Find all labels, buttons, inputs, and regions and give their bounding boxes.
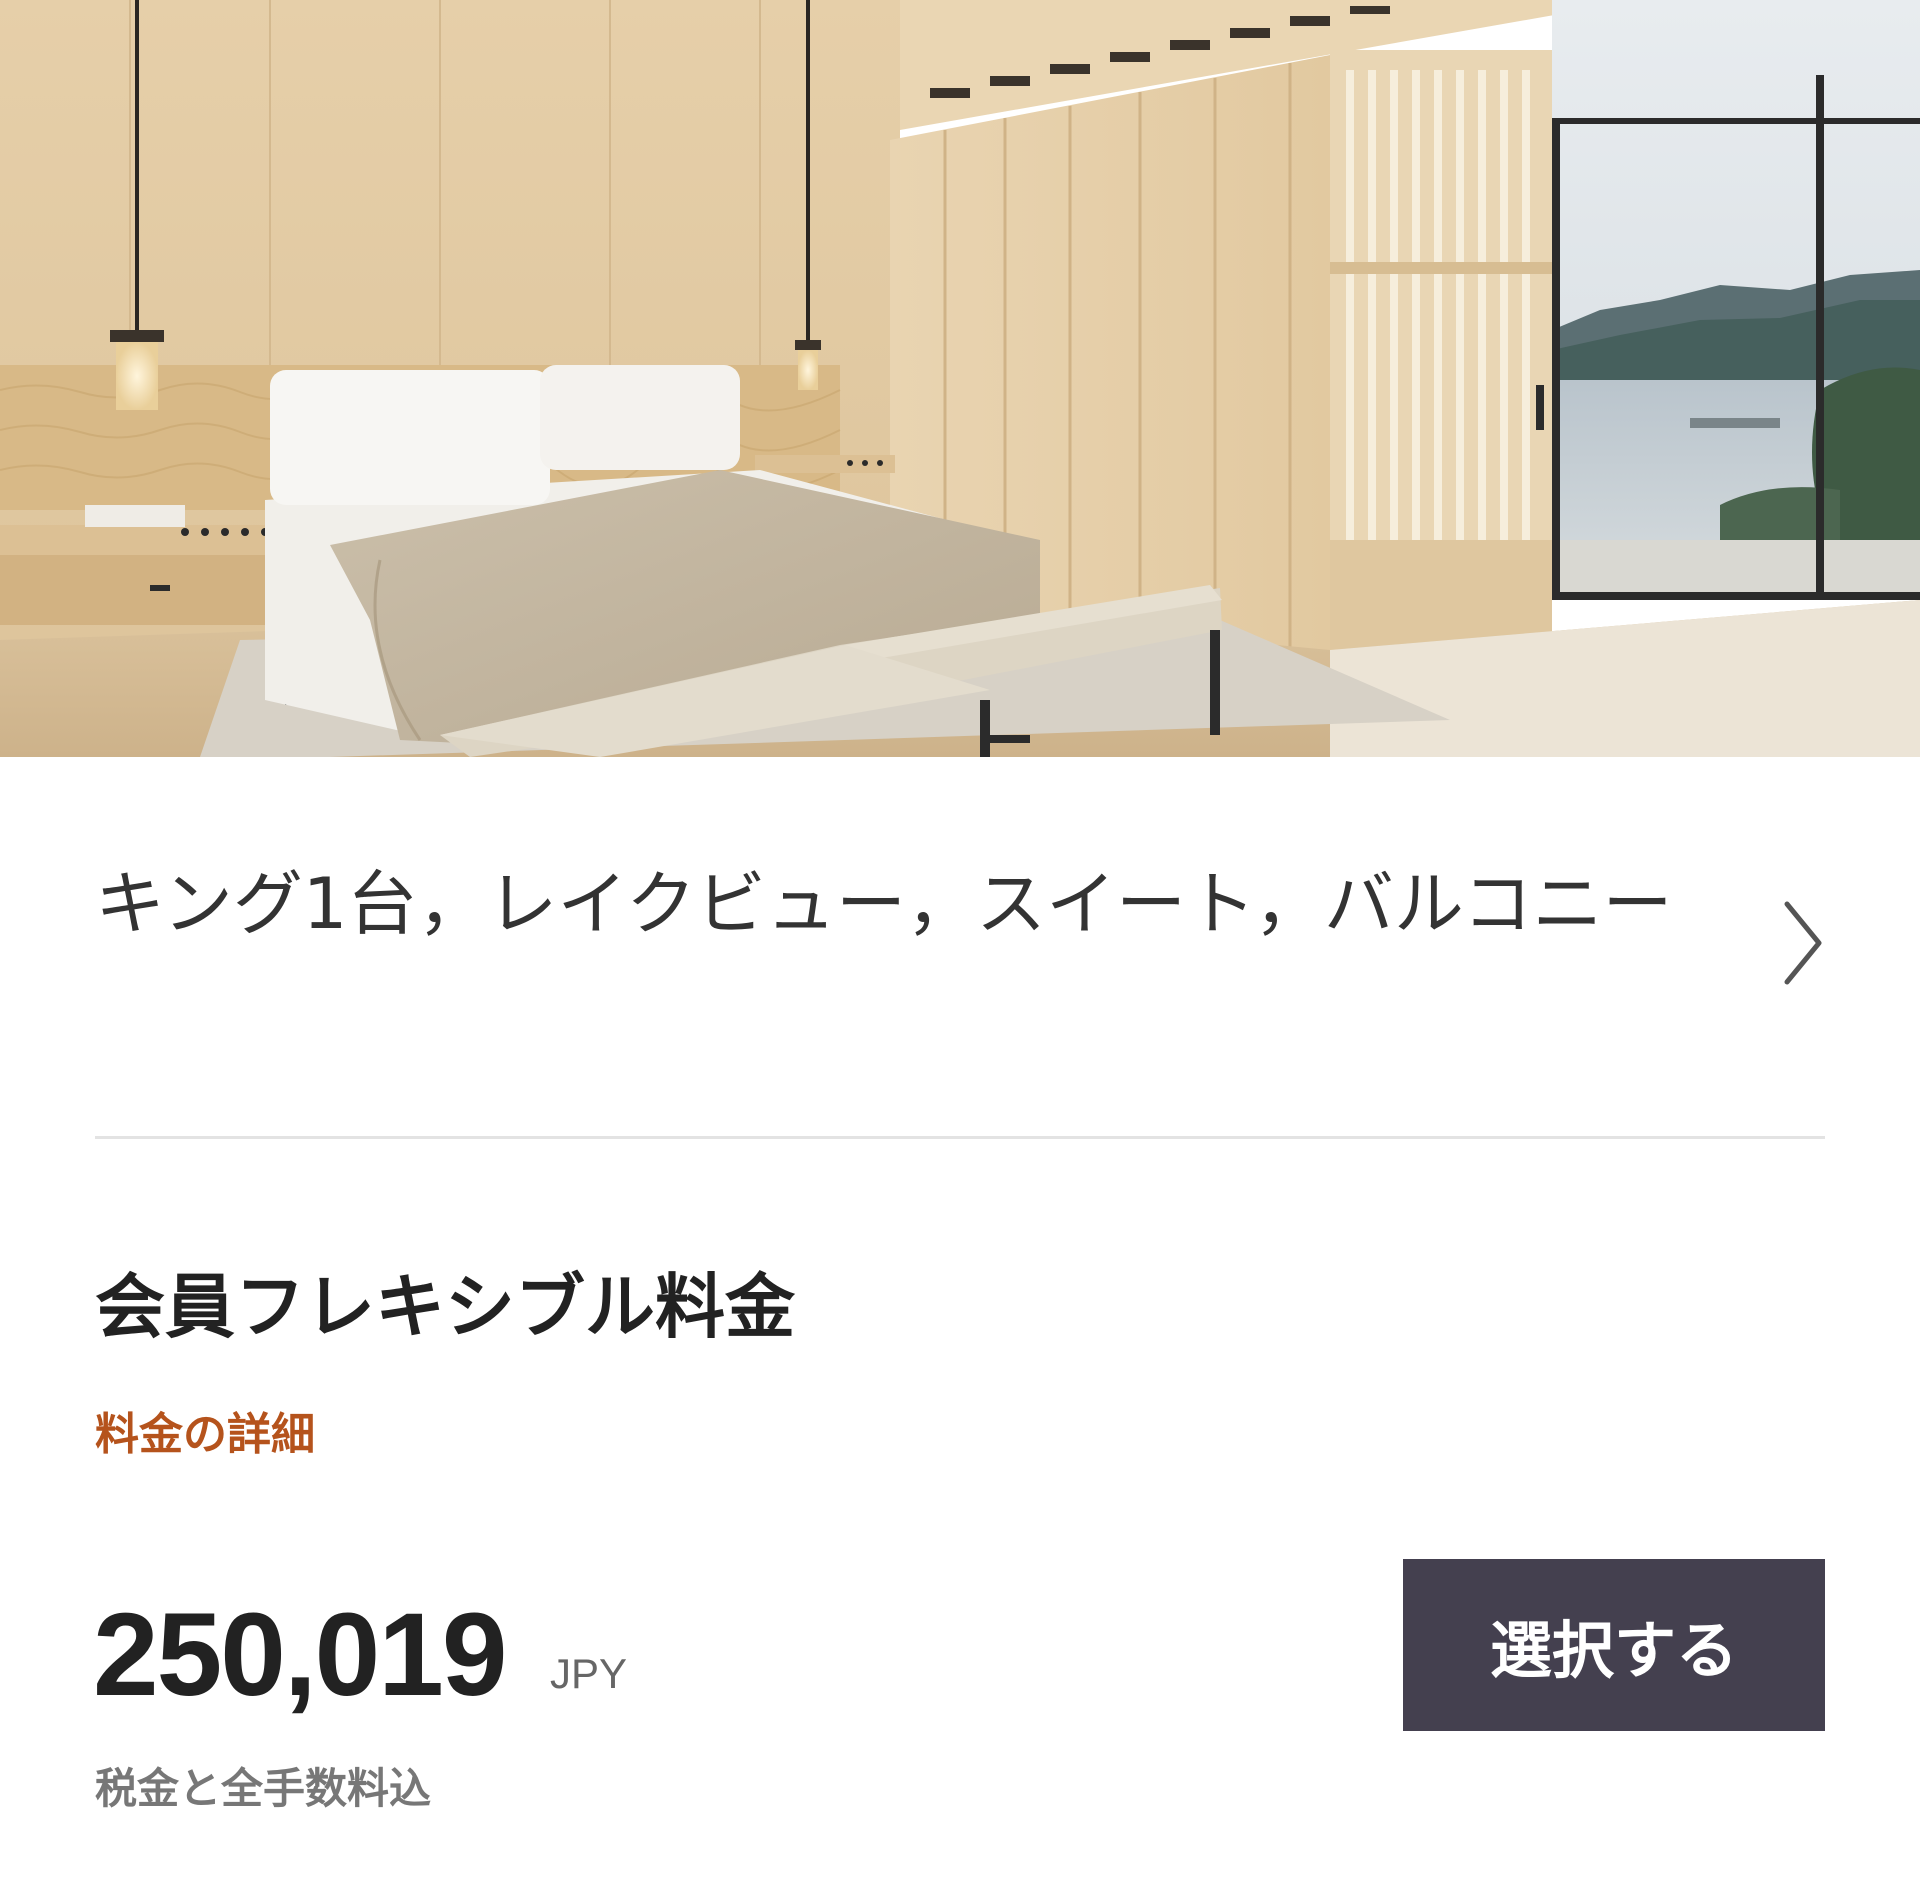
room-rate-card: キング1台，レイクビュー，スイート，バルコニー 会員フレキシブル料金 料金の詳細…	[0, 0, 1920, 1883]
section-divider	[95, 1136, 1825, 1139]
room-title-row[interactable]: キング1台，レイクビュー，スイート，バルコニー	[95, 858, 1825, 1058]
rate-name: 会員フレキシブル料金	[95, 1266, 795, 1348]
rate-details-link[interactable]: 料金の詳細	[95, 1398, 315, 1462]
price-amount: 250,019	[93, 1589, 508, 1721]
chevron-right-icon[interactable]	[1781, 898, 1825, 988]
room-title: キング1台，レイクビュー，スイート，バルコニー	[95, 863, 1673, 945]
price-tax-note: 税金と全手数料込	[95, 1764, 432, 1813]
price-currency: JPY	[550, 1650, 628, 1697]
select-button[interactable]: 選択する	[1403, 1559, 1825, 1731]
room-photo[interactable]	[0, 0, 1920, 757]
